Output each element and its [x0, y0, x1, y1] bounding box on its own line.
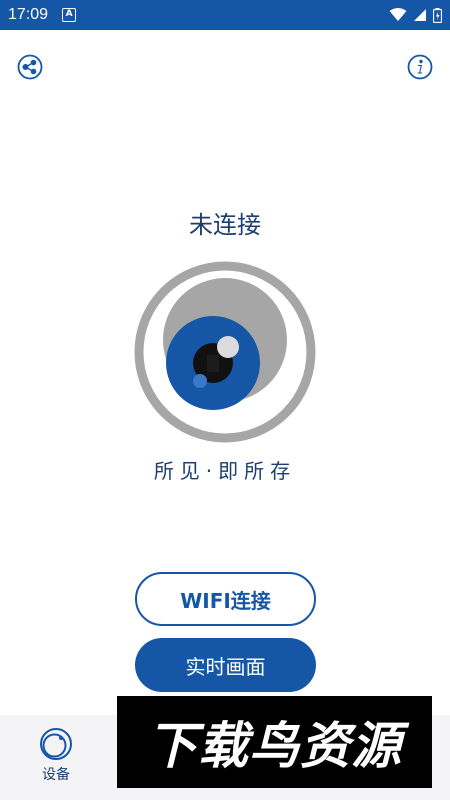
live-view-button[interactable]: 实时画面: [135, 638, 316, 692]
wifi-icon: [389, 8, 407, 21]
connection-status: 未连接: [189, 211, 261, 239]
status-icons: [389, 7, 442, 23]
signal-icon: [414, 9, 426, 21]
eye-camera-icon: [134, 261, 316, 443]
battery-icon: [433, 7, 442, 23]
slogan: 所见·即所存: [153, 459, 297, 483]
notification-icon: A: [62, 8, 77, 22]
share-button[interactable]: [16, 53, 44, 81]
info-icon: [407, 54, 433, 80]
status-bar: 17:09 A: [0, 0, 450, 30]
device-ring-icon: [40, 728, 72, 760]
wifi-connect-button[interactable]: WIFI连接: [135, 572, 316, 626]
info-button[interactable]: [406, 53, 434, 81]
share-icon: [17, 54, 43, 80]
status-time: 17:09: [8, 6, 49, 23]
nav-item-device[interactable]: 设备: [26, 727, 86, 787]
watermark: 下载鸟资源: [117, 696, 432, 788]
nav-item-device-label: 设备: [42, 767, 70, 783]
